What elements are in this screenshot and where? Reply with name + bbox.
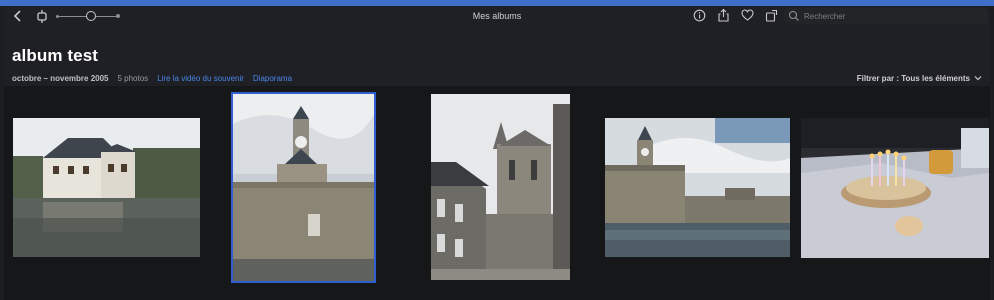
photo-harbor xyxy=(605,118,790,257)
photo-clock-tower xyxy=(233,94,374,281)
chevron-down-icon xyxy=(974,76,982,81)
export-button[interactable] xyxy=(764,8,778,22)
play-memory-link[interactable]: Lire la vidéo du souvenir xyxy=(157,74,244,83)
toolbar-actions xyxy=(692,8,778,24)
photo-thumbnail[interactable] xyxy=(801,118,989,258)
share-icon xyxy=(717,8,729,22)
filter-label: Filtrer par : Tous les éléments xyxy=(856,73,970,83)
photo-thumbnail[interactable] xyxy=(431,94,570,280)
photo-birthday-cake xyxy=(801,118,989,258)
photo-count: 5 photos xyxy=(117,73,149,83)
search-input[interactable] xyxy=(800,9,988,23)
rotate-export-icon xyxy=(765,9,777,22)
info-button[interactable] xyxy=(692,8,706,22)
search-field[interactable] xyxy=(784,8,988,24)
photo-manor-house xyxy=(13,118,200,257)
photo-thumbnail[interactable] xyxy=(605,118,790,257)
photo-thumbnail-selected[interactable] xyxy=(231,92,376,283)
album-title: album test xyxy=(12,46,99,65)
album-dates: octobre – novembre 2005 xyxy=(12,73,109,83)
share-button[interactable] xyxy=(716,8,730,22)
search-icon xyxy=(788,10,799,21)
photo-thumbnail[interactable] xyxy=(13,118,200,257)
photo-church-street xyxy=(431,94,570,280)
heart-icon xyxy=(740,9,754,21)
slideshow-link[interactable]: Diaporama xyxy=(253,74,292,83)
filter-menu[interactable]: Filtrer par : Tous les éléments xyxy=(857,72,982,84)
info-icon xyxy=(693,9,705,21)
album-meta: octobre – novembre 2005 5 photos Lire la… xyxy=(12,72,292,84)
favorite-button[interactable] xyxy=(740,8,754,22)
